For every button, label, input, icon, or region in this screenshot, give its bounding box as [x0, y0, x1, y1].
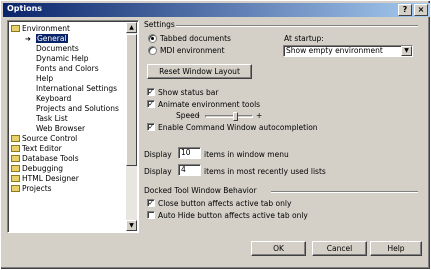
tree-item[interactable]: Database Tools [11, 154, 79, 164]
window-menu-count: 10 [181, 148, 191, 157]
tree-item[interactable]: Environment [11, 24, 70, 34]
tree-item[interactable]: Fonts and Colors [36, 64, 99, 74]
help-title-button[interactable]: ? [398, 4, 412, 16]
tree-item[interactable]: HTML Designer [11, 174, 79, 184]
tree-item[interactable]: Web Browser [36, 124, 85, 134]
tree-item[interactable]: International Settings [36, 84, 117, 94]
window-menu-suffix: items in window menu [204, 150, 289, 159]
show-status-bar-checkbox[interactable]: ✓ [147, 88, 155, 96]
tree-item[interactable]: Projects [11, 184, 52, 194]
scroll-down-button[interactable]: ▼ [126, 220, 137, 231]
tree-item[interactable]: Help [36, 74, 53, 84]
tree-item-label: Documents [36, 44, 79, 53]
show-status-bar-label: Show status bar [158, 88, 219, 97]
mru-count: 4 [181, 165, 186, 174]
cancel-button[interactable]: Cancel [312, 241, 367, 256]
tree-item[interactable]: Source Control [11, 134, 77, 144]
tree-item[interactable]: Projects and Solutions [36, 104, 119, 114]
enable-command-checkbox[interactable]: ✓ [147, 123, 155, 131]
animate-tools-label: Animate environment tools [158, 100, 261, 109]
folder-icon [11, 24, 20, 32]
folder-icon [11, 154, 20, 162]
scroll-thumb[interactable] [126, 34, 137, 166]
tree-item-label: HTML Designer [22, 174, 79, 183]
options-tree: Environment ➜ General Documents Dynamic Help… [7, 20, 139, 233]
tree-item[interactable]: Text Editor [11, 144, 62, 154]
tabbed-documents-label: Tabbed documents [160, 34, 231, 43]
window-menu-count-input[interactable]: 10 [178, 147, 201, 159]
speed-plus: + [256, 111, 263, 120]
display-label-1: Display [144, 150, 172, 159]
at-startup-label: At startup: [284, 34, 324, 43]
reset-window-layout-button[interactable]: Reset Window Layout [147, 64, 252, 79]
tree-item-label: Projects and Solutions [36, 104, 119, 113]
docked-heading: Docked Tool Window Behavior [144, 186, 257, 195]
enable-command-label: Enable Command Window autocompletion [158, 123, 318, 132]
settings-divider [176, 25, 418, 27]
ok-button[interactable]: OK [251, 241, 306, 256]
window-title: Options [7, 4, 43, 13]
mdi-environment-label: MDI environment [160, 46, 225, 55]
tree-item-label: Keyboard [36, 94, 72, 103]
tree-item-label: Fonts and Colors [36, 64, 99, 73]
speed-minus: - [197, 111, 200, 120]
folder-icon [11, 134, 20, 142]
title-bar[interactable]: Options ? × [3, 3, 430, 17]
tree-item-label: Debugging [22, 164, 64, 173]
autohide-affects-checkbox[interactable] [147, 211, 155, 219]
docked-divider [271, 191, 418, 193]
tree-item-label: Web Browser [36, 124, 86, 133]
tree-item-label: General [36, 34, 68, 43]
folder-icon [11, 164, 20, 172]
tree-item-label: Help [36, 74, 54, 83]
tree-item[interactable]: Dynamic Help [36, 54, 89, 64]
tree-item-label: Database Tools [22, 154, 79, 163]
folder-icon [11, 184, 20, 192]
selected-arrow-icon: ➜ [25, 35, 31, 43]
folder-icon [11, 144, 20, 152]
mru-count-input[interactable]: 4 [178, 164, 201, 176]
display-label-2: Display [144, 167, 172, 176]
tree-item-label: Text Editor [22, 144, 62, 153]
mru-suffix: items in most recently used lists [204, 167, 326, 176]
speed-slider-thumb[interactable] [233, 112, 238, 121]
chevron-down-icon[interactable]: ▼ [401, 46, 412, 56]
tree-item[interactable]: Documents [36, 44, 79, 54]
tree-item[interactable]: ➜ General [25, 34, 68, 44]
settings-heading: Settings [144, 20, 175, 29]
at-startup-dropdown[interactable]: Show empty environment ▼ [283, 45, 413, 57]
tabbed-documents-radio[interactable] [148, 34, 157, 43]
tree-item-label: Environment [22, 24, 70, 33]
tree-item-label: Projects [22, 184, 52, 193]
tree-item-label: Dynamic Help [36, 54, 89, 63]
close-affects-label: Close button affects active tab only [158, 199, 292, 208]
tree-item[interactable]: Keyboard [36, 94, 71, 104]
tree-list: Environment ➜ General Documents Dynamic Help… [9, 22, 126, 231]
scroll-up-button[interactable]: ▲ [126, 22, 137, 33]
at-startup-value: Show empty environment [286, 46, 383, 55]
tree-scrollbar[interactable]: ▲ ▼ [126, 22, 137, 231]
tree-item[interactable]: Debugging [11, 164, 63, 174]
folder-icon [11, 174, 20, 182]
tree-item-label: Source Control [22, 134, 78, 143]
close-affects-checkbox[interactable]: ✓ [147, 199, 155, 207]
tree-item-label: Task List [36, 114, 68, 123]
help-button[interactable]: Help [370, 241, 422, 256]
speed-slider-track[interactable] [205, 115, 253, 118]
tree-item[interactable]: Task List [36, 114, 68, 124]
speed-label: Speed [176, 111, 200, 120]
close-button[interactable]: × [414, 4, 428, 16]
tree-item-label: International Settings [36, 84, 118, 93]
animate-tools-checkbox[interactable]: ✓ [147, 100, 155, 108]
mdi-environment-radio[interactable] [148, 46, 157, 55]
options-dialog: Options ? × Environment ➜ General Documents… [0, 0, 431, 270]
autohide-affects-label: Auto Hide button affects active tab only [158, 211, 308, 220]
